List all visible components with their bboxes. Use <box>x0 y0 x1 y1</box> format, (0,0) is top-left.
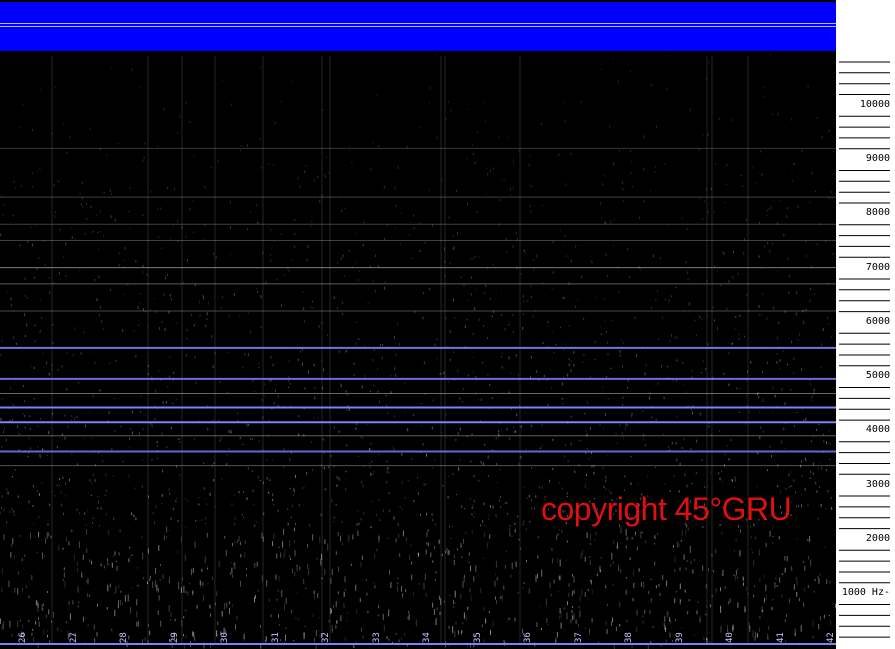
frequency-tick-label: 1000 Hz- <box>841 587 890 598</box>
frequency-tick-label: 8000 <box>865 207 890 219</box>
frequency-tick-label: 2000 <box>865 532 890 544</box>
noise-texture <box>0 53 836 649</box>
time-tick-label: 32 <box>321 632 331 643</box>
frequency-tick-label: 3000 <box>865 478 890 490</box>
time-tick-label: 33 <box>371 632 382 643</box>
time-tick-label: 36 <box>523 632 533 643</box>
time-tick-label: 37 <box>573 632 584 643</box>
time-tick-label: 30 <box>220 632 230 643</box>
spectrogram-plot <box>0 53 836 649</box>
frequency-tick-label: 7000 <box>865 261 890 273</box>
time-tick-label: 41 <box>775 632 786 643</box>
time-tick-label: 31 <box>270 632 281 643</box>
time-tick-label: 35 <box>472 632 483 643</box>
frequency-tick-label: 6000 <box>865 315 890 327</box>
copyright-watermark: copyright 45°GRU <box>541 491 792 527</box>
time-tick-label: 34 <box>422 632 432 643</box>
time-tick-label: 27 <box>68 632 79 643</box>
frequency-tick-label: 9000 <box>865 153 890 165</box>
frequency-tick-label: 4000 <box>865 424 890 436</box>
time-tick-label: 39 <box>674 632 685 643</box>
time-tick-label: 42 <box>826 632 836 643</box>
frequency-tick-label: 10000 <box>859 99 890 110</box>
frequency-tick-label: 5000 <box>865 370 890 382</box>
spectrogram-display: 26 27 28 29 30 31 32 33 34 35 36 37 38 39 40 41 42 copyr… <box>0 0 836 649</box>
time-tick-label: 38 <box>624 632 634 643</box>
frequency-axis-panel: 10000 9000 8000 7000 6000 5000 4000 3000 2000 100… <box>836 0 895 649</box>
time-tick-label: 26 <box>18 632 28 643</box>
time-tick-label: 40 <box>725 632 735 643</box>
time-tick-label: 29 <box>169 632 180 643</box>
time-tick-label: 28 <box>119 632 129 643</box>
